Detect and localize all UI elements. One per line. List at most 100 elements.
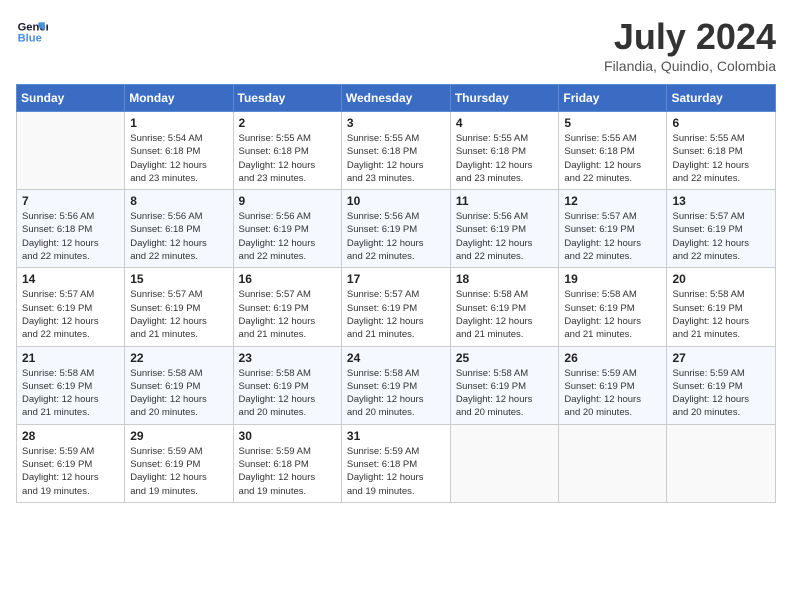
day-info: Sunrise: 5:57 AM Sunset: 6:19 PM Dayligh… [22,288,119,341]
calendar-day-cell: 11 Sunrise: 5:56 AM Sunset: 6:19 PM Dayli… [450,190,559,268]
title-block: July 2024 Filandia, Quindio, Colombia [604,16,776,74]
calendar-day-cell: 6 Sunrise: 5:55 AM Sunset: 6:18 PM Daylig… [667,112,776,190]
calendar-day-cell: 4Sunrise: 5:55 AM Sunset: 6:18 PM Daylig… [450,112,559,190]
calendar-day-cell: 14Sunrise: 5:57 AM Sunset: 6:19 PM Dayli… [17,268,125,346]
day-number: 3 [347,116,445,130]
day-info: Sunrise: 5:59 AM Sunset: 6:19 PM Dayligh… [564,367,661,420]
day-info: Sunrise: 5:55 AM Sunset: 6:18 PM Dayligh… [456,132,554,185]
weekday-header: Sunday [17,85,125,112]
day-number: 24 [347,351,445,365]
day-number: 29 [130,429,227,443]
day-info: Sunrise: 5:57 AM Sunset: 6:19 PM Dayligh… [564,210,661,263]
day-info: Sunrise: 5:59 AM Sunset: 6:18 PM Dayligh… [347,445,445,498]
calendar-day-cell: 23 Sunrise: 5:58 AM Sunset: 6:19 PM Dayli… [233,346,341,424]
day-number: 15 [130,272,227,286]
day-info: Sunrise: 5:58 AM Sunset: 6:19 PM Dayligh… [456,288,554,341]
calendar-day-cell: 20 Sunrise: 5:58 AM Sunset: 6:19 PM Dayli… [667,268,776,346]
calendar-week-row: 14Sunrise: 5:57 AM Sunset: 6:19 PM Dayli… [17,268,776,346]
day-number: 25 [456,351,554,365]
day-number: 6 [672,116,770,130]
calendar-day-cell: 31 Sunrise: 5:59 AM Sunset: 6:18 PM Dayli… [341,424,450,502]
calendar-day-cell: 26 Sunrise: 5:59 AM Sunset: 6:19 PM Dayli… [559,346,667,424]
calendar-day-cell: 16Sunrise: 5:57 AM Sunset: 6:19 PM Dayli… [233,268,341,346]
day-info: Sunrise: 5:59 AM Sunset: 6:18 PM Dayligh… [239,445,336,498]
calendar-day-cell [17,112,125,190]
calendar-day-cell: 13 Sunrise: 5:57 AM Sunset: 6:19 PM Dayli… [667,190,776,268]
day-number: 9 [239,194,336,208]
day-number: 28 [22,429,119,443]
day-number: 2 [239,116,336,130]
day-number: 12 [564,194,661,208]
day-info: Sunrise: 5:57 AM Sunset: 6:19 PM Dayligh… [672,210,770,263]
day-info: Sunrise: 5:59 AM Sunset: 6:19 PM Dayligh… [672,367,770,420]
day-info: Sunrise: 5:55 AM Sunset: 6:18 PM Dayligh… [239,132,336,185]
calendar-day-cell: 5Sunrise: 5:55 AM Sunset: 6:18 PM Daylig… [559,112,667,190]
day-info: Sunrise: 5:58 AM Sunset: 6:19 PM Dayligh… [672,288,770,341]
calendar-day-cell: 12 Sunrise: 5:57 AM Sunset: 6:19 PM Dayli… [559,190,667,268]
day-info: Sunrise: 5:57 AM Sunset: 6:19 PM Dayligh… [347,288,445,341]
day-info: Sunrise: 5:58 AM Sunset: 6:19 PM Dayligh… [22,367,119,420]
calendar-day-cell [559,424,667,502]
day-info: Sunrise: 5:55 AM Sunset: 6:18 PM Dayligh… [347,132,445,185]
day-number: 13 [672,194,770,208]
logo: General Blue [16,16,48,48]
day-info: Sunrise: 5:57 AM Sunset: 6:19 PM Dayligh… [130,288,227,341]
day-info: Sunrise: 5:56 AM Sunset: 6:19 PM Dayligh… [456,210,554,263]
day-info: Sunrise: 5:54 AM Sunset: 6:18 PM Dayligh… [130,132,227,185]
day-number: 18 [456,272,554,286]
calendar-day-cell: 8 Sunrise: 5:56 AM Sunset: 6:18 PM Daylig… [125,190,233,268]
calendar-day-cell: 10 Sunrise: 5:56 AM Sunset: 6:19 PM Dayli… [341,190,450,268]
calendar-day-cell: 21 Sunrise: 5:58 AM Sunset: 6:19 PM Dayli… [17,346,125,424]
calendar-day-cell: 7 Sunrise: 5:56 AM Sunset: 6:18 PM Daylig… [17,190,125,268]
weekday-header: Monday [125,85,233,112]
day-number: 10 [347,194,445,208]
day-number: 22 [130,351,227,365]
day-info: Sunrise: 5:59 AM Sunset: 6:19 PM Dayligh… [22,445,119,498]
day-info: Sunrise: 5:56 AM Sunset: 6:19 PM Dayligh… [347,210,445,263]
day-number: 26 [564,351,661,365]
calendar-week-row: 1 Sunrise: 5:54 AM Sunset: 6:18 PM Daylig… [17,112,776,190]
day-number: 21 [22,351,119,365]
calendar-week-row: 28 Sunrise: 5:59 AM Sunset: 6:19 PM Dayli… [17,424,776,502]
weekday-header-row: SundayMondayTuesdayWednesdayThursdayFrid… [17,85,776,112]
calendar-day-cell: 24 Sunrise: 5:58 AM Sunset: 6:19 PM Dayli… [341,346,450,424]
calendar-day-cell: 19 Sunrise: 5:58 AM Sunset: 6:19 PM Dayli… [559,268,667,346]
day-number: 1 [130,116,227,130]
calendar-day-cell: 22 Sunrise: 5:58 AM Sunset: 6:19 PM Dayli… [125,346,233,424]
calendar-day-cell: 29Sunrise: 5:59 AM Sunset: 6:19 PM Dayli… [125,424,233,502]
day-number: 30 [239,429,336,443]
day-number: 27 [672,351,770,365]
calendar-day-cell: 1 Sunrise: 5:54 AM Sunset: 6:18 PM Daylig… [125,112,233,190]
svg-text:Blue: Blue [18,33,42,45]
calendar-day-cell: 2 Sunrise: 5:55 AM Sunset: 6:18 PM Daylig… [233,112,341,190]
calendar-day-cell: 30 Sunrise: 5:59 AM Sunset: 6:18 PM Dayli… [233,424,341,502]
weekday-header: Wednesday [341,85,450,112]
calendar-week-row: 21 Sunrise: 5:58 AM Sunset: 6:19 PM Dayli… [17,346,776,424]
day-number: 23 [239,351,336,365]
day-info: Sunrise: 5:58 AM Sunset: 6:19 PM Dayligh… [564,288,661,341]
day-number: 20 [672,272,770,286]
day-number: 19 [564,272,661,286]
weekday-header: Friday [559,85,667,112]
location: Filandia, Quindio, Colombia [604,58,776,74]
day-info: Sunrise: 5:58 AM Sunset: 6:19 PM Dayligh… [239,367,336,420]
day-number: 31 [347,429,445,443]
day-info: Sunrise: 5:57 AM Sunset: 6:19 PM Dayligh… [239,288,336,341]
day-info: Sunrise: 5:56 AM Sunset: 6:18 PM Dayligh… [130,210,227,263]
calendar-week-row: 7 Sunrise: 5:56 AM Sunset: 6:18 PM Daylig… [17,190,776,268]
calendar-day-cell: 25 Sunrise: 5:58 AM Sunset: 6:19 PM Dayli… [450,346,559,424]
day-info: Sunrise: 5:58 AM Sunset: 6:19 PM Dayligh… [130,367,227,420]
day-info: Sunrise: 5:58 AM Sunset: 6:19 PM Dayligh… [347,367,445,420]
day-info: Sunrise: 5:56 AM Sunset: 6:18 PM Dayligh… [22,210,119,263]
calendar-day-cell: 15 Sunrise: 5:57 AM Sunset: 6:19 PM Dayli… [125,268,233,346]
day-number: 11 [456,194,554,208]
calendar-day-cell: 9Sunrise: 5:56 AM Sunset: 6:19 PM Daylig… [233,190,341,268]
day-info: Sunrise: 5:58 AM Sunset: 6:19 PM Dayligh… [456,367,554,420]
calendar-day-cell: 3 Sunrise: 5:55 AM Sunset: 6:18 PM Daylig… [341,112,450,190]
day-number: 8 [130,194,227,208]
day-info: Sunrise: 5:55 AM Sunset: 6:18 PM Dayligh… [672,132,770,185]
calendar-day-cell: 28 Sunrise: 5:59 AM Sunset: 6:19 PM Dayli… [17,424,125,502]
day-number: 7 [22,194,119,208]
day-number: 17 [347,272,445,286]
calendar-day-cell [667,424,776,502]
